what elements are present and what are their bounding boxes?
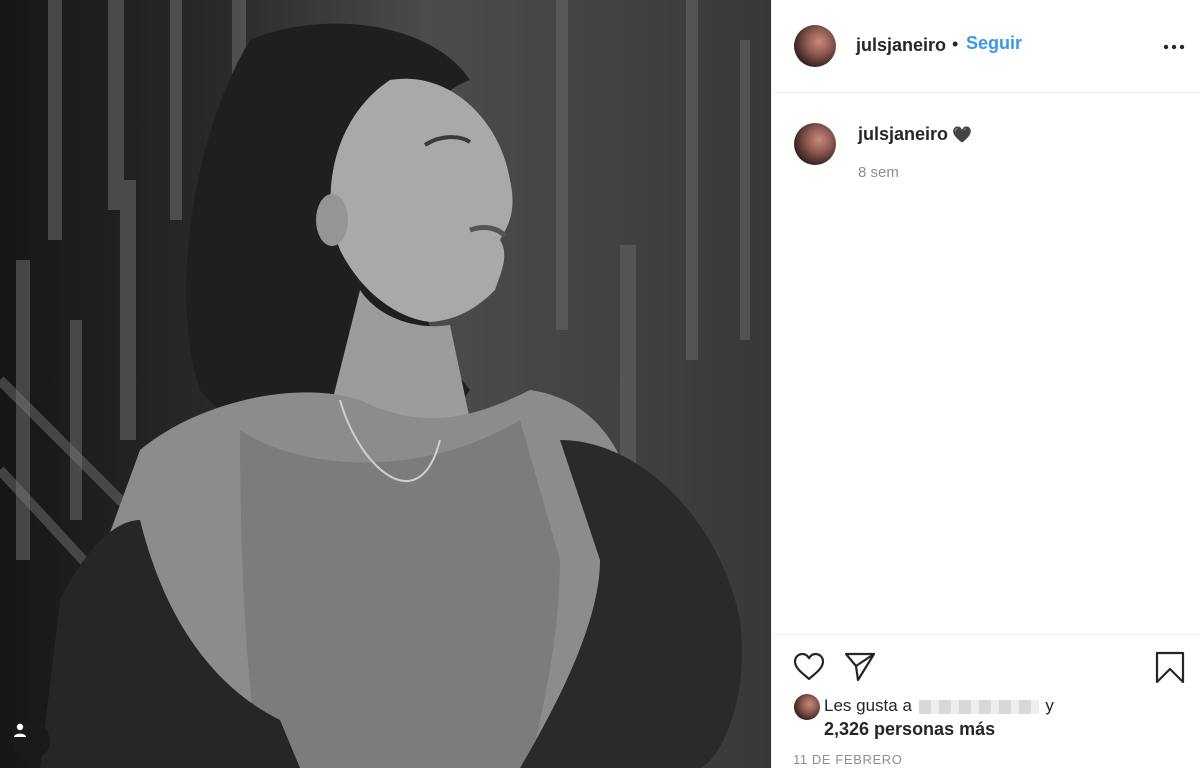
bookmark-icon	[1155, 651, 1185, 689]
caption-text: 🖤	[952, 127, 972, 144]
username-link[interactable]: julsjaneiro	[856, 35, 946, 56]
liker-avatar[interactable]	[794, 694, 820, 720]
more-options-button[interactable]	[1162, 37, 1186, 55]
post-age[interactable]: 8 sem	[858, 164, 899, 181]
heart-outline-icon	[793, 652, 825, 686]
caption-avatar[interactable]	[794, 123, 836, 165]
save-button[interactable]	[1155, 651, 1185, 690]
liked-by-prefix: Les gusta a	[824, 696, 912, 715]
post-actions: Les gusta a y 2,326 personas más 11 DE F…	[772, 634, 1200, 768]
caption-username[interactable]: julsjaneiro	[858, 124, 948, 145]
likes-count-link[interactable]: 2,326 personas más	[824, 719, 995, 740]
share-button[interactable]	[844, 651, 876, 688]
blurred-username	[918, 699, 1039, 714]
post-photo[interactable]	[0, 0, 771, 768]
paper-plane-icon	[844, 652, 876, 687]
liked-by-suffix: y	[1045, 696, 1054, 715]
avatar[interactable]	[794, 25, 836, 67]
post-side-panel: julsjaneiro • Seguir julsjaneiro 🖤 8 sem	[771, 0, 1200, 768]
tag-button[interactable]	[12, 722, 50, 760]
more-options-icon	[1163, 37, 1185, 55]
liked-by-text: Les gusta a y	[824, 696, 1054, 716]
photo-illustration	[0, 0, 771, 768]
separator-dot: •	[952, 34, 959, 54]
like-button[interactable]	[793, 652, 825, 687]
follow-button[interactable]: Seguir	[966, 33, 1022, 54]
post-date[interactable]: 11 DE FEBRERO	[793, 752, 902, 767]
post-header: julsjaneiro • Seguir	[772, 0, 1200, 93]
